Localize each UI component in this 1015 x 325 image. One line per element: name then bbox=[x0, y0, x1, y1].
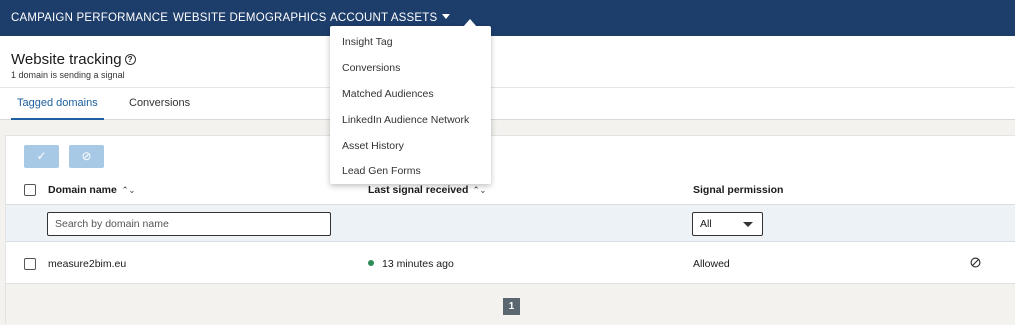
menu-item-insight-tag[interactable]: Insight Tag bbox=[342, 36, 393, 48]
caret-down-icon bbox=[442, 14, 451, 19]
page-subtitle: 1 domain is sending a signal bbox=[11, 70, 125, 80]
help-icon[interactable]: ? bbox=[124, 54, 136, 65]
sort-icon: ⌃⌄ bbox=[121, 185, 136, 195]
menu-item-asset-history[interactable]: Asset History bbox=[342, 140, 404, 152]
chevron-down-icon bbox=[743, 222, 753, 227]
column-header-last-signal-label: Last signal received bbox=[368, 184, 469, 196]
pagination: 1 bbox=[6, 283, 1015, 325]
permission-filter-select[interactable]: All bbox=[692, 212, 763, 236]
row-permission: Allowed bbox=[693, 258, 730, 270]
dropdown-pointer bbox=[463, 19, 477, 27]
page-title: Website tracking? bbox=[11, 51, 136, 68]
column-header-domain[interactable]: Domain name ⌃⌄ bbox=[48, 184, 136, 196]
tab-tagged-domains[interactable]: Tagged domains bbox=[17, 97, 98, 109]
domains-table-panel: ✓ ⊘ Domain name ⌃⌄ Last signal received ⌃⌄… bbox=[5, 135, 1015, 325]
active-tab-indicator bbox=[11, 118, 104, 120]
approve-button[interactable]: ✓ bbox=[24, 145, 59, 168]
tab-conversions[interactable]: Conversions bbox=[129, 97, 190, 109]
row-last-signal: 13 minutes ago bbox=[368, 258, 454, 270]
menu-item-conversions[interactable]: Conversions bbox=[342, 62, 400, 74]
menu-item-matched-audiences[interactable]: Matched Audiences bbox=[342, 88, 434, 100]
tab-bar: Tagged domains Conversions bbox=[0, 87, 1015, 120]
nav-campaign-performance[interactable]: CAMPAIGN PERFORMANCE bbox=[11, 12, 168, 24]
select-all-checkbox[interactable] bbox=[24, 184, 36, 196]
nav-account-assets[interactable]: ACCOUNT ASSETS bbox=[330, 12, 451, 24]
nav-website-demographics[interactable]: WEBSITE DEMOGRAPHICS bbox=[173, 12, 327, 24]
row-last-signal-text: 13 minutes ago bbox=[382, 258, 454, 270]
page-header: Website tracking? 1 domain is sending a … bbox=[0, 36, 1015, 87]
column-header-last-signal[interactable]: Last signal received ⌃⌄ bbox=[368, 184, 487, 196]
nav-account-assets-label: ACCOUNT ASSETS bbox=[330, 12, 438, 24]
menu-item-lead-gen-forms[interactable]: Lead Gen Forms bbox=[342, 165, 421, 177]
row-checkbox[interactable] bbox=[24, 258, 36, 270]
column-header-domain-label: Domain name bbox=[48, 184, 117, 196]
page-button-current[interactable]: 1 bbox=[503, 298, 520, 315]
menu-item-linkedin-audience-network[interactable]: LinkedIn Audience Network bbox=[342, 114, 469, 126]
sort-icon: ⌃⌄ bbox=[473, 185, 487, 195]
domain-search-input[interactable] bbox=[47, 212, 331, 236]
top-navigation: CAMPAIGN PERFORMANCE WEBSITE DEMOGRAPHIC… bbox=[0, 0, 1015, 36]
filter-row: All bbox=[6, 204, 1015, 242]
block-icon[interactable] bbox=[970, 257, 981, 268]
page-title-text: Website tracking bbox=[11, 51, 122, 68]
account-assets-menu: Insight Tag Conversions Matched Audience… bbox=[330, 26, 491, 184]
permission-filter-value: All bbox=[700, 218, 712, 230]
row-domain: measure2bim.eu bbox=[48, 258, 127, 270]
block-button[interactable]: ⊘ bbox=[69, 145, 104, 168]
column-header-signal-permission: Signal permission bbox=[693, 184, 784, 196]
status-dot-icon bbox=[368, 260, 374, 266]
